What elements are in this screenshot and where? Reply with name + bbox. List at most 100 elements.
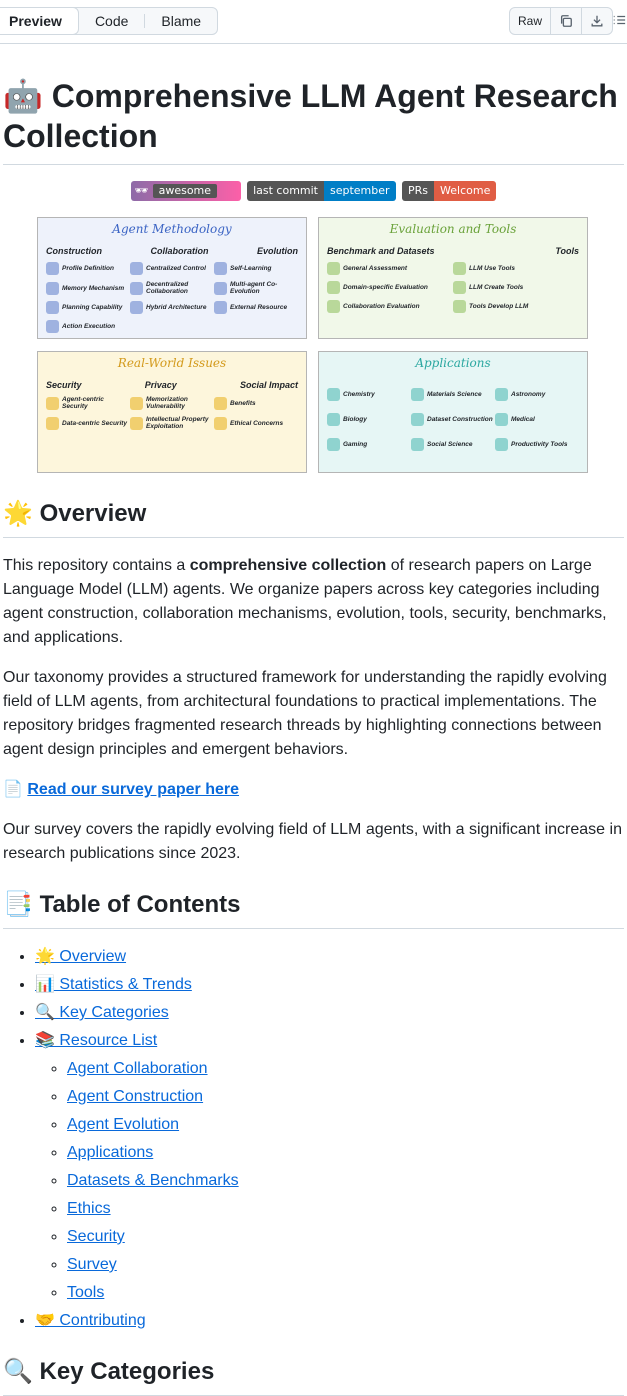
toc-list: 🌟 Overview 📊 Statistics & Trends 🔍 Key C…	[3, 945, 624, 1333]
column-label: Privacy	[144, 380, 177, 390]
survey-link-line: 📄 Read our survey paper here	[3, 778, 624, 802]
item-label: Benefits	[230, 399, 256, 407]
item-label: Data-centric Security	[62, 419, 128, 427]
item-label: Medical	[511, 416, 535, 423]
copy-icon	[560, 15, 572, 27]
toc-subitem: Security	[67, 1225, 624, 1249]
tab-code[interactable]: Code	[79, 8, 144, 34]
panel-item: Intellectual Property Exploitation	[130, 416, 214, 430]
panel-columns: Construction Collaboration Evolution	[46, 246, 298, 256]
toc-link-applications[interactable]: Applications	[67, 1144, 153, 1161]
awesome-badge[interactable]: 🕶 awesome	[130, 181, 241, 201]
item-label: Astronomy	[511, 391, 546, 398]
panel-item: Dataset Construction	[411, 413, 495, 426]
toc-link-resource-list[interactable]: 📚 Resource List	[35, 1032, 157, 1049]
item-label: Memory Mechanism	[62, 284, 125, 292]
view-mode-switcher: Preview Code Blame	[0, 7, 219, 35]
overview-paragraph-1: This repository contains a comprehensive…	[3, 554, 624, 650]
toc-subitem: Agent Evolution	[67, 1113, 624, 1137]
prs-welcome-badge[interactable]: PRs Welcome	[402, 181, 497, 201]
panel-item: Tools Develop LLM	[453, 300, 579, 313]
toc-link-overview[interactable]: 🌟 Overview	[35, 948, 126, 965]
item-label: Productivity Tools	[511, 441, 568, 448]
column-label: Evolution	[257, 246, 298, 256]
item-label: External Resource	[230, 304, 288, 311]
readme-body: 🤖 Comprehensive LLM Agent Research Colle…	[3, 44, 624, 1396]
toc-link-agent-collaboration[interactable]: Agent Collaboration	[67, 1060, 208, 1077]
toc-item: 📚 Resource List Agent Collaboration Agen…	[35, 1029, 624, 1305]
toc-subitem: Survey	[67, 1253, 624, 1277]
toc-link-security[interactable]: Security	[67, 1228, 125, 1245]
p1-text: This repository contains a	[3, 557, 190, 574]
panel-item: Gaming	[327, 438, 411, 451]
column-label: Social Impact	[239, 380, 298, 390]
item-label: LLM Use Tools	[469, 265, 515, 272]
panel-item: Productivity Tools	[495, 438, 579, 451]
toc-subitem: Tools	[67, 1281, 624, 1305]
item-label: Intellectual Property Exploitation	[146, 416, 209, 430]
raw-button[interactable]: Raw	[510, 8, 552, 34]
panel-item: Domain-specific Evaluation	[327, 281, 453, 294]
toc-subitem: Datasets & Benchmarks	[67, 1169, 624, 1193]
tab-blame[interactable]: Blame	[145, 8, 217, 34]
toc-link-key-categories[interactable]: 🔍 Key Categories	[35, 1004, 169, 1021]
panel-item: Data-centric Security	[46, 416, 130, 430]
download-icon	[591, 15, 603, 27]
panel-columns: Benchmark and Datasets Tools	[327, 246, 579, 256]
column-label: Construction	[46, 246, 102, 256]
column-label: Tools	[555, 246, 579, 256]
star-emoji: 🌟	[3, 500, 33, 527]
toc-link-tools[interactable]: Tools	[67, 1284, 104, 1301]
document-emoji: 📄	[3, 781, 23, 798]
last-commit-badge[interactable]: last commit september	[247, 181, 396, 201]
tab-preview[interactable]: Preview	[0, 7, 79, 35]
item-label: Multi-agent Co-Evolution	[230, 281, 278, 295]
item-label: Decentralized Collaboration	[146, 281, 189, 295]
toc-subitem: Agent Collaboration	[67, 1057, 624, 1081]
toc-heading-text: Table of Contents	[39, 891, 241, 918]
overview-heading: 🌟 Overview	[3, 499, 624, 538]
column-label: Security	[46, 380, 82, 390]
overview-paragraph-3: Our survey covers the rapidly evolving f…	[3, 821, 622, 862]
item-label: Self-Learning	[230, 265, 272, 272]
item-label: Chemistry	[343, 391, 375, 398]
toc-link-contributing[interactable]: 🤝 Contributing	[35, 1312, 146, 1329]
toc-link-datasets[interactable]: Datasets & Benchmarks	[67, 1172, 239, 1189]
sunglasses-icon: 🕶	[134, 184, 149, 197]
item-label: Collaboration Evaluation	[343, 303, 420, 310]
item-label: Materials Science	[427, 391, 482, 398]
toc-link-agent-evolution[interactable]: Agent Evolution	[67, 1116, 179, 1133]
outline-button[interactable]	[612, 7, 627, 33]
toc-link-statistics[interactable]: 📊 Statistics & Trends	[35, 976, 192, 993]
download-button[interactable]	[582, 8, 612, 34]
item-label: Tools Develop LLM	[469, 303, 529, 310]
toc-heading: 📑 Table of Contents	[3, 890, 624, 929]
readme-title: 🤖 Comprehensive LLM Agent Research Colle…	[3, 76, 624, 165]
toc-link-ethics[interactable]: Ethics	[67, 1200, 111, 1217]
toc-subitem: Ethics	[67, 1197, 624, 1221]
panel-item: Multi-agent Co-Evolution	[214, 281, 298, 295]
toc-link-survey[interactable]: Survey	[67, 1256, 117, 1273]
toc-link-agent-construction[interactable]: Agent Construction	[67, 1088, 203, 1105]
copy-button[interactable]	[551, 8, 583, 34]
awesome-badge-label: awesome	[152, 184, 218, 198]
item-label: Dataset Construction	[427, 416, 493, 423]
survey-paper-link[interactable]: Read our survey paper here	[27, 781, 239, 798]
file-toolbar: Preview Code Blame Raw	[0, 0, 627, 44]
item-label: LLM Create Tools	[469, 284, 524, 291]
item-label: Memorization Vulnerability	[146, 396, 188, 410]
panel-item: Memorization Vulnerability	[130, 396, 214, 410]
item-label: Centralized Control	[146, 265, 206, 272]
panel-item: Memory Mechanism	[46, 281, 130, 295]
toc-item: 🔍 Key Categories	[35, 1001, 624, 1025]
overview-paragraph-2: Our taxonomy provides a structured frame…	[3, 669, 607, 758]
panel-agent-methodology: Agent Methodology Construction Collabora…	[37, 217, 307, 339]
panel-title: Applications	[415, 356, 491, 370]
panel-item: Materials Science	[411, 388, 495, 401]
toc-subitem: Agent Construction	[67, 1085, 624, 1109]
item-label: General Assessment	[343, 265, 408, 272]
item-label: Biology	[343, 416, 367, 423]
panel-item: Centralized Control	[130, 262, 214, 275]
panel-item: Action Execution	[46, 320, 130, 333]
item-label: Action Execution	[62, 323, 116, 330]
